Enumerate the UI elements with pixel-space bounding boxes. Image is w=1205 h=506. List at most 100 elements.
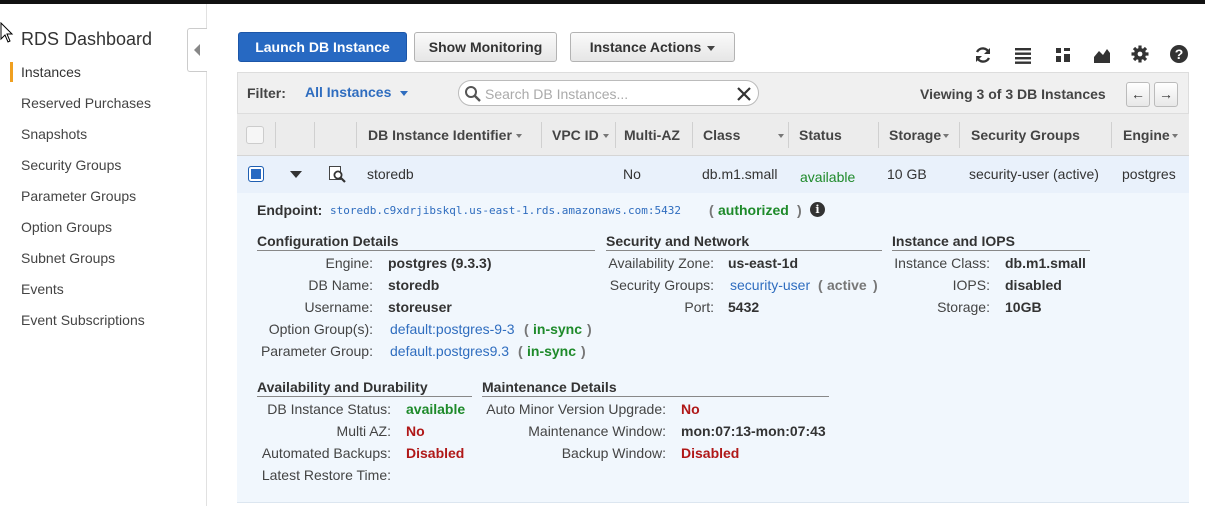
sidebar-item-subnet-groups[interactable]: Subnet Groups xyxy=(21,250,115,266)
table-header: DB Instance Identifier VPC ID Multi-AZ C… xyxy=(237,114,1189,156)
port-label: Port: xyxy=(684,299,714,315)
info-icon[interactable]: i xyxy=(810,202,825,217)
active-indicator xyxy=(10,62,13,82)
column-header-storage[interactable]: Storage xyxy=(889,127,950,143)
column-header-vpc-id[interactable]: VPC ID xyxy=(552,127,609,143)
column-header-multi-az[interactable]: Multi-AZ xyxy=(624,127,680,143)
option-group-link[interactable]: default:postgres-9-3 xyxy=(390,321,515,337)
sidebar-title[interactable]: RDS Dashboard xyxy=(21,29,152,50)
instance-iops-heading: Instance and IOPS xyxy=(892,233,1090,251)
db-instance-status-value: available xyxy=(406,401,466,417)
option-group-status-close-paren: ) xyxy=(587,321,592,337)
engine-label: Engine: xyxy=(325,255,373,271)
cell-storage: 10 GB xyxy=(887,166,927,182)
filter-dropdown[interactable]: All Instances xyxy=(305,84,409,100)
column-separator xyxy=(356,122,357,148)
column-separator xyxy=(878,122,879,148)
column-separator xyxy=(788,122,789,148)
option-group-label: Option Group(s): xyxy=(268,321,373,337)
column-header-class[interactable]: Class xyxy=(703,127,785,143)
cell-identifier: storedb xyxy=(367,166,414,182)
column-header-label: Storage xyxy=(889,127,942,143)
filter-label: Filter: xyxy=(247,85,286,101)
column-separator xyxy=(541,122,542,148)
clear-search-icon[interactable] xyxy=(737,87,751,101)
cell-status: available xyxy=(800,169,856,185)
sort-icon xyxy=(515,134,522,139)
endpoint-status-open-paren: ( xyxy=(709,202,714,218)
collapse-row-icon[interactable] xyxy=(290,171,302,178)
select-all-checkbox[interactable] xyxy=(246,126,264,144)
backup-window-value: Disabled xyxy=(681,445,740,461)
maintenance-window-value: mon:07:13-mon:07:43 xyxy=(681,423,826,439)
details-magnifier-icon[interactable] xyxy=(329,166,346,183)
cell-class: db.m1.small xyxy=(702,166,778,182)
column-header-label: Multi-AZ xyxy=(624,127,680,143)
sidebar-item-events[interactable]: Events xyxy=(21,281,64,297)
column-separator xyxy=(314,122,315,148)
column-header-security-groups[interactable]: Security Groups xyxy=(971,127,1080,143)
table-row[interactable]: storedb No db.m1.small available 10 GB s… xyxy=(237,156,1189,193)
search-input[interactable]: Search DB Instances... xyxy=(458,80,759,106)
instance-class-value: db.m1.small xyxy=(1005,255,1086,271)
sidebar-item-option-groups[interactable]: Option Groups xyxy=(21,219,112,235)
gear-icon[interactable] xyxy=(1130,44,1150,64)
option-group-status-open-paren: ( xyxy=(524,321,529,337)
endpoint-label: Endpoint: xyxy=(257,202,323,218)
chevron-down-icon xyxy=(707,45,716,51)
iops-value: disabled xyxy=(1005,277,1062,293)
parameter-group-label: Parameter Group: xyxy=(260,343,373,359)
sidebar-item-parameter-groups[interactable]: Parameter Groups xyxy=(21,188,136,204)
sidebar-item-instances[interactable]: Instances xyxy=(21,64,81,80)
availability-zone-value: us-east-1d xyxy=(728,255,799,271)
instance-actions-button[interactable]: Instance Actions xyxy=(570,32,735,62)
column-separator xyxy=(615,122,616,148)
db-name-value: storedb xyxy=(388,277,440,293)
column-header-label: Security Groups xyxy=(971,127,1080,143)
grid-view-icon[interactable] xyxy=(1053,45,1073,65)
db-instance-status-label: DB Instance Status: xyxy=(267,401,391,417)
parameter-group-link[interactable]: default.postgres9.3 xyxy=(390,343,509,359)
security-group-status-open-paren: ( xyxy=(818,277,823,293)
chevron-down-icon xyxy=(400,90,409,96)
storage-label: Storage: xyxy=(937,299,990,315)
sidebar-item-snapshots[interactable]: Snapshots xyxy=(21,126,87,142)
help-icon[interactable]: ? xyxy=(1169,44,1189,64)
sidebar-item-security-groups[interactable]: Security Groups xyxy=(21,157,121,173)
column-header-identifier[interactable]: DB Instance Identifier xyxy=(368,127,522,143)
collapse-sidebar-button[interactable] xyxy=(187,28,207,72)
security-groups-label: Security Groups: xyxy=(609,277,714,293)
parameter-group-status-open-paren: ( xyxy=(518,343,523,359)
sort-icon xyxy=(602,134,609,139)
row-checkbox[interactable] xyxy=(248,166,264,182)
refresh-icon[interactable] xyxy=(973,45,993,65)
sidebar-item-event-subscriptions[interactable]: Event Subscriptions xyxy=(21,312,145,328)
option-group-status: in-sync xyxy=(533,321,583,337)
list-view-icon[interactable] xyxy=(1013,45,1033,65)
security-group-link[interactable]: security-user xyxy=(730,277,810,293)
endpoint-value[interactable]: storedb.c9xdrjibskql.us-east-1.rds.amazo… xyxy=(330,204,681,217)
parameter-group-status: in-sync xyxy=(527,343,577,359)
maintenance-details-heading: Maintenance Details xyxy=(482,379,829,397)
port-value: 5432 xyxy=(728,299,760,315)
multi-az-label: Multi AZ: xyxy=(336,423,391,439)
chart-icon[interactable] xyxy=(1092,45,1112,65)
auto-minor-upgrade-label: Auto Minor Version Upgrade: xyxy=(486,401,666,417)
column-header-label: Class xyxy=(703,127,741,143)
launch-db-instance-button[interactable]: Launch DB Instance xyxy=(238,32,407,62)
column-separator xyxy=(275,122,276,148)
cell-security-groups: security-user (active) xyxy=(969,166,1099,182)
viewing-count: Viewing 3 of 3 DB Instances xyxy=(920,86,1106,102)
column-header-engine[interactable]: Engine xyxy=(1123,127,1178,143)
show-monitoring-button[interactable]: Show Monitoring xyxy=(414,32,557,62)
prev-page-button[interactable]: ← xyxy=(1126,82,1150,107)
sidebar: RDS Dashboard Instances Reserved Purchas… xyxy=(0,4,207,506)
column-header-label: VPC ID xyxy=(552,127,599,143)
username-value: storeuser xyxy=(388,299,452,315)
column-header-status[interactable]: Status xyxy=(799,127,842,143)
next-page-button[interactable]: → xyxy=(1154,82,1178,107)
sort-icon xyxy=(778,134,785,139)
sort-icon xyxy=(1171,134,1178,139)
sidebar-item-reserved-purchases[interactable]: Reserved Purchases xyxy=(21,95,151,111)
security-network-heading: Security and Network xyxy=(606,233,882,251)
